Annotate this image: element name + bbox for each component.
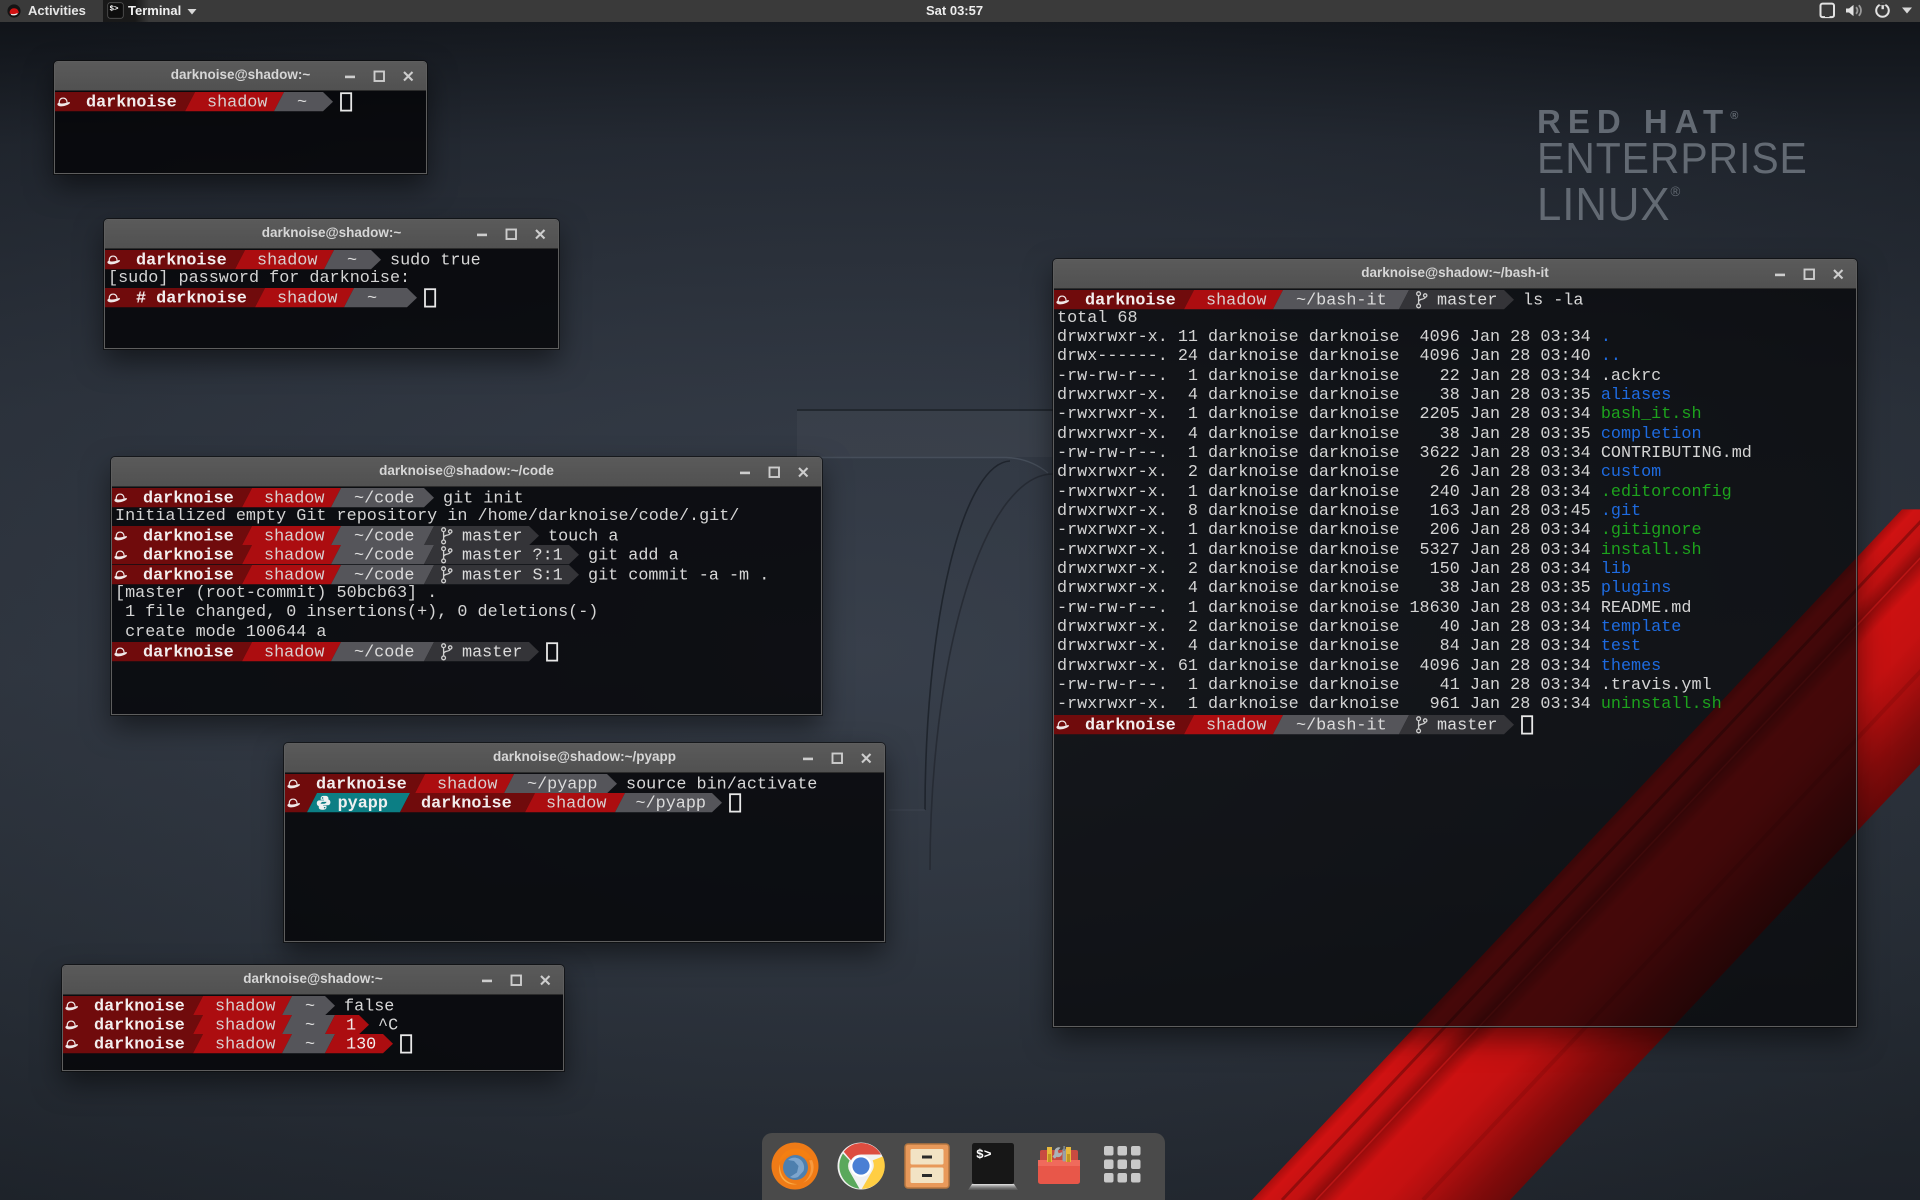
svg-text:~: ~ [297,93,307,112]
svg-text:shadow: shadow [264,489,324,508]
svg-text:shadow: shadow [215,997,275,1016]
svg-text:darknoise: darknoise [86,93,177,112]
svg-text:source bin/activate: source bin/activate [626,775,817,794]
svg-text:touch a: touch a [548,527,619,546]
svg-text:shadow: shadow [264,566,324,585]
svg-text:darknoise: darknoise [143,527,234,546]
svg-text:false: false [344,997,394,1016]
svg-text:master: master [462,527,522,546]
svg-text:~/bash-it: ~/bash-it [1296,716,1387,735]
svg-text:git init: git init [443,489,524,508]
svg-text:~: ~ [347,251,357,270]
svg-text:darknoise: darknoise [143,643,234,662]
svg-text:darknoise: darknoise [94,1016,185,1035]
svg-text:~/code: ~/code [354,547,414,566]
svg-text:# darknoise: # darknoise [136,289,247,308]
svg-text:~/code: ~/code [354,489,414,508]
svg-text:~/code: ~/code [354,566,414,585]
svg-text:git add a: git add a [588,547,679,566]
svg-text:master S:1: master S:1 [462,566,563,585]
svg-text:darknoise: darknoise [94,997,185,1016]
svg-text:~/pyapp: ~/pyapp [527,775,598,794]
svg-text:master: master [462,643,522,662]
svg-text:master ?:1: master ?:1 [462,547,563,566]
svg-text:shadow: shadow [1206,716,1266,735]
svg-text:~: ~ [305,997,315,1016]
svg-text:darknoise: darknoise [1085,291,1176,310]
svg-text:master: master [1437,291,1497,310]
svg-text:shadow: shadow [277,289,337,308]
svg-text:~: ~ [305,1016,315,1035]
svg-text:pyapp: pyapp [338,794,388,813]
svg-text:^C: ^C [378,1016,398,1035]
svg-text:master: master [1437,716,1497,735]
svg-text:shadow: shadow [1206,291,1266,310]
svg-text:darknoise: darknoise [316,775,407,794]
svg-text:shadow: shadow [257,251,317,270]
svg-text:darknoise: darknoise [1085,716,1176,735]
svg-text:shadow: shadow [437,775,497,794]
svg-text:$>: $> [110,6,120,14]
svg-text:shadow: shadow [264,643,324,662]
svg-text:~/code: ~/code [354,527,414,546]
svg-text:shadow: shadow [215,1035,275,1054]
svg-text:shadow: shadow [215,1016,275,1035]
svg-text:darknoise: darknoise [94,1035,185,1054]
svg-text:shadow: shadow [546,794,606,813]
svg-text:shadow: shadow [264,527,324,546]
svg-text:130: 130 [346,1035,376,1054]
svg-text:shadow: shadow [207,93,267,112]
svg-text:~/pyapp: ~/pyapp [636,794,707,813]
svg-text:darknoise: darknoise [143,566,234,585]
svg-text:sudo true: sudo true [390,251,481,270]
svg-text:~: ~ [305,1035,315,1054]
svg-text:darknoise: darknoise [143,547,234,566]
svg-text:~/bash-it: ~/bash-it [1296,291,1387,310]
svg-text:~: ~ [367,289,377,308]
svg-text:ls -la: ls -la [1523,291,1583,310]
svg-text:$>: $> [976,1147,992,1162]
svg-text:shadow: shadow [264,547,324,566]
svg-text:darknoise: darknoise [421,794,512,813]
svg-text:git commit -a -m .: git commit -a -m . [588,566,769,585]
svg-text:1: 1 [346,1016,356,1035]
svg-text:darknoise: darknoise [143,489,234,508]
svg-text:~/code: ~/code [354,643,414,662]
svg-text:darknoise: darknoise [136,251,227,270]
